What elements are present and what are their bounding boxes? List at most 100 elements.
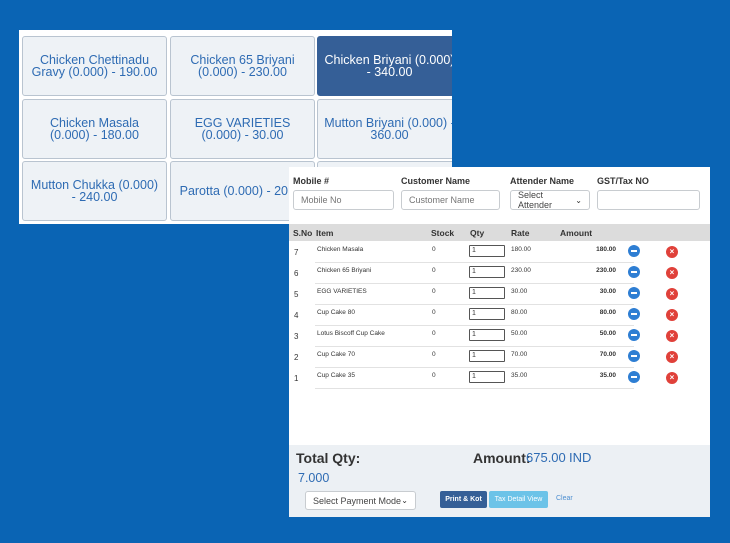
attender-select[interactable]: Select Attender ⌄ bbox=[510, 190, 590, 210]
attender-name-label: Attender Name bbox=[510, 176, 575, 186]
total-qty-value: 7.000 bbox=[298, 471, 330, 485]
row-qty-input[interactable]: 1 bbox=[469, 245, 505, 257]
minus-circle-icon[interactable] bbox=[628, 245, 640, 257]
minus-circle-icon[interactable] bbox=[628, 329, 640, 341]
minus-circle-icon[interactable] bbox=[628, 287, 640, 299]
row-qty-input[interactable]: 1 bbox=[469, 308, 505, 320]
row-item: EGG VARIETIES bbox=[317, 288, 367, 295]
mobile-input[interactable] bbox=[293, 190, 394, 210]
mobile-label: Mobile # bbox=[293, 176, 330, 186]
row-rate: 80.00 bbox=[511, 309, 528, 316]
row-item: Lotus Biscoff Cup Cake bbox=[317, 330, 385, 337]
row-sno: 5 bbox=[294, 290, 299, 299]
row-stock: 0 bbox=[432, 330, 436, 337]
table-row: 1 Cup Cake 35 0 1 35.00 35.00 × bbox=[289, 368, 710, 389]
row-item: Chicken Masala bbox=[317, 246, 364, 253]
row-amount: 30.00 bbox=[599, 288, 616, 295]
total-qty-label: Total Qty: bbox=[296, 450, 361, 466]
row-amount: 70.00 bbox=[599, 351, 616, 358]
billing-panel: Mobile # Customer Name Attender Name Sel… bbox=[289, 167, 710, 517]
close-circle-icon[interactable]: × bbox=[666, 330, 678, 342]
attender-select-value: Select Attender bbox=[518, 190, 553, 210]
product-tile[interactable]: Chicken 65 Briyani (0.000) - 230.00 bbox=[170, 36, 315, 96]
row-qty-input[interactable]: 1 bbox=[469, 266, 505, 278]
table-row: 3 Lotus Biscoff Cup Cake 0 1 50.00 50.00 × bbox=[289, 326, 710, 347]
gst-input[interactable] bbox=[597, 190, 700, 210]
customer-name-input[interactable] bbox=[401, 190, 500, 210]
row-sno: 2 bbox=[294, 353, 299, 362]
row-item: Cup Cake 35 bbox=[317, 372, 355, 379]
row-stock: 0 bbox=[432, 309, 436, 316]
product-tile[interactable]: Mutton Briyani (0.000) - 360.00 bbox=[317, 99, 452, 159]
row-sno: 6 bbox=[294, 269, 299, 278]
clear-link[interactable]: Clear bbox=[556, 495, 573, 502]
close-circle-icon[interactable]: × bbox=[666, 267, 678, 279]
row-stock: 0 bbox=[432, 288, 436, 295]
row-amount: 230.00 bbox=[596, 267, 616, 274]
table-header: S.No Item Stock Qty Rate Amount bbox=[289, 224, 710, 241]
header-amount: Amount bbox=[560, 228, 593, 238]
row-stock: 0 bbox=[432, 267, 436, 274]
bill-footer: Total Qty: 7.000 Amount: 675.00 IND Sele… bbox=[289, 445, 710, 517]
row-qty-input[interactable]: 1 bbox=[469, 329, 505, 341]
chevron-down-icon: ⌄ bbox=[575, 195, 582, 205]
row-rate: 30.00 bbox=[511, 288, 528, 295]
product-tile[interactable]: Mutton Chukka (0.000) - 240.00 bbox=[22, 161, 167, 221]
currency-label: IND bbox=[569, 450, 592, 465]
table-row: 7 Chicken Masala 0 1 180.00 180.00 × bbox=[289, 242, 710, 263]
amount-value: 675.00 bbox=[526, 450, 566, 465]
row-amount: 50.00 bbox=[599, 330, 616, 337]
close-circle-icon[interactable]: × bbox=[666, 309, 678, 321]
row-item: Cup Cake 70 bbox=[317, 351, 355, 358]
product-tile[interactable]: EGG VARIETIES (0.000) - 30.00 bbox=[170, 99, 315, 159]
row-rate: 180.00 bbox=[511, 246, 531, 253]
header-stock: Stock bbox=[431, 228, 455, 238]
row-rate: 70.00 bbox=[511, 351, 528, 358]
row-rate: 230.00 bbox=[511, 267, 531, 274]
payment-mode-value: Select Payment Mode bbox=[313, 495, 402, 506]
table-row: 2 Cup Cake 70 0 1 70.00 70.00 × bbox=[289, 347, 710, 368]
chevron-down-icon: ⌄ bbox=[401, 496, 408, 505]
tax-detail-button[interactable]: Tax Detail View bbox=[489, 491, 548, 508]
header-qty: Qty bbox=[470, 228, 485, 238]
row-item: Chicken 65 Briyani bbox=[317, 267, 372, 274]
table-row: 6 Chicken 65 Briyani 0 1 230.00 230.00 × bbox=[289, 263, 710, 284]
minus-circle-icon[interactable] bbox=[628, 308, 640, 320]
row-rate: 50.00 bbox=[511, 330, 528, 337]
row-qty-input[interactable]: 1 bbox=[469, 287, 505, 299]
close-circle-icon[interactable]: × bbox=[666, 246, 678, 258]
row-amount: 35.00 bbox=[599, 372, 616, 379]
table-row: 4 Cup Cake 80 0 1 80.00 80.00 × bbox=[289, 305, 710, 326]
product-tile[interactable]: Chicken Briyani (0.000) - 340.00 bbox=[317, 36, 452, 96]
table-row: 5 EGG VARIETIES 0 1 30.00 30.00 × bbox=[289, 284, 710, 305]
minus-circle-icon[interactable] bbox=[628, 350, 640, 362]
product-tile[interactable]: Chicken Chettinadu Gravy (0.000) - 190.0… bbox=[22, 36, 167, 96]
row-stock: 0 bbox=[432, 246, 436, 253]
header-item: Item bbox=[316, 228, 334, 238]
row-stock: 0 bbox=[432, 372, 436, 379]
row-amount: 80.00 bbox=[599, 309, 616, 316]
amount-label: Amount: bbox=[473, 450, 531, 466]
row-rate: 35.00 bbox=[511, 372, 528, 379]
gst-label: GST/Tax NO bbox=[597, 176, 649, 186]
row-sno: 3 bbox=[294, 332, 299, 341]
close-circle-icon[interactable]: × bbox=[666, 372, 678, 384]
close-circle-icon[interactable]: × bbox=[666, 288, 678, 300]
minus-circle-icon[interactable] bbox=[628, 266, 640, 278]
customer-name-label: Customer Name bbox=[401, 176, 471, 186]
row-item: Cup Cake 80 bbox=[317, 309, 355, 316]
row-sno: 7 bbox=[294, 248, 299, 257]
row-qty-input[interactable]: 1 bbox=[469, 350, 505, 362]
product-tile[interactable]: Chicken Masala (0.000) - 180.00 bbox=[22, 99, 167, 159]
header-sno: S.No bbox=[293, 228, 313, 238]
row-sno: 4 bbox=[294, 311, 299, 320]
close-circle-icon[interactable]: × bbox=[666, 351, 678, 363]
row-sno: 1 bbox=[294, 374, 299, 383]
print-kot-button[interactable]: Print & Kot bbox=[440, 491, 487, 508]
row-qty-input[interactable]: 1 bbox=[469, 371, 505, 383]
payment-mode-select[interactable]: Select Payment Mode ⌄ bbox=[305, 491, 416, 510]
minus-circle-icon[interactable] bbox=[628, 371, 640, 383]
header-rate: Rate bbox=[511, 228, 530, 238]
row-stock: 0 bbox=[432, 351, 436, 358]
row-amount: 180.00 bbox=[596, 246, 616, 253]
